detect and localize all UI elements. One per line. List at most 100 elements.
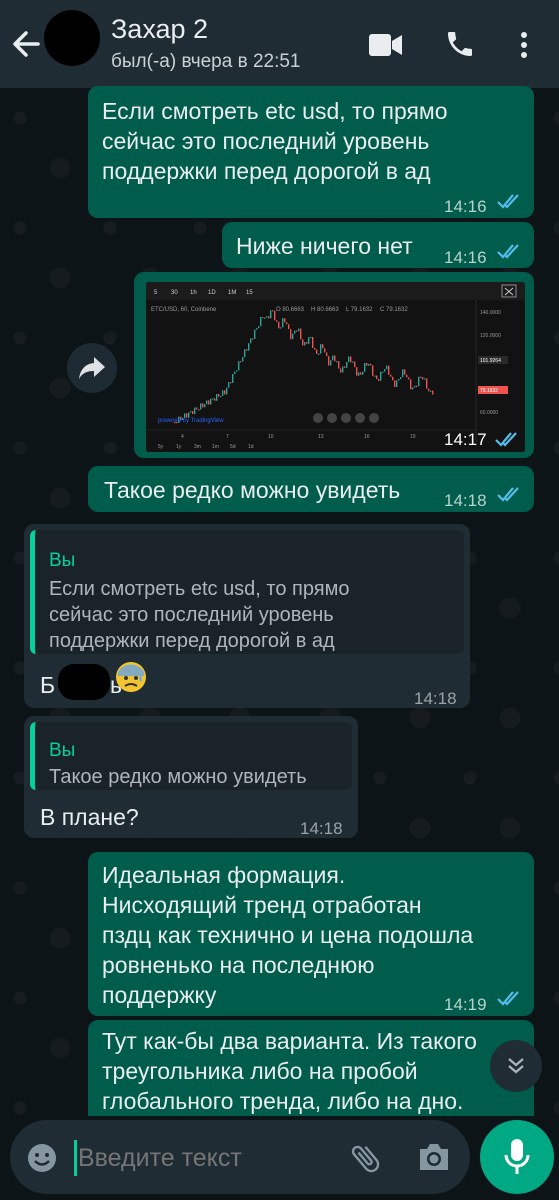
scroll-to-bottom-button[interactable] — [490, 1040, 542, 1092]
quoted-message[interactable]: Вы Если смотреть etc usd, то прямо сейча… — [30, 530, 464, 654]
message-input[interactable] — [78, 1138, 338, 1178]
candle — [378, 378, 380, 381]
phone-icon[interactable] — [444, 28, 476, 60]
candle — [210, 398, 212, 405]
message-outgoing[interactable]: Идеальная формация. Нисходящий тренд отр… — [88, 852, 534, 1016]
price-label: 101.9264 — [480, 358, 501, 364]
message-incoming[interactable]: Вы Если смотреть etc usd, то прямо сейча… — [24, 524, 470, 708]
candle — [368, 363, 370, 366]
candle — [242, 356, 244, 362]
candle — [240, 361, 242, 363]
message-outgoing[interactable]: Ниже ничего нет 14:16 — [222, 222, 534, 268]
candle — [294, 330, 296, 334]
chart-screenshot[interactable]: 5 30 1h 1D 1M 15 ETC/USD, 60, Coinbene O… — [146, 282, 525, 452]
candle — [258, 326, 260, 329]
message-line: глобального тренда, либо на дно. — [102, 1088, 464, 1114]
message-outgoing[interactable]: Тут как-бы два варианта. Из такого треуг… — [88, 1020, 534, 1116]
candle — [342, 366, 344, 373]
voice-message-button[interactable] — [480, 1120, 554, 1194]
candle — [204, 404, 206, 408]
candle — [332, 355, 334, 361]
avatar[interactable] — [44, 10, 100, 66]
candle — [402, 369, 404, 378]
candle — [420, 376, 422, 378]
double-check-icon — [497, 487, 519, 502]
candle — [302, 339, 304, 346]
message-time: 14:19 — [444, 995, 487, 1014]
candle — [370, 363, 372, 366]
candle — [250, 338, 252, 344]
message-line: пздц как технично и цена подошла — [102, 922, 474, 948]
message-text: В плане? — [40, 804, 139, 830]
message-line: сейчас это последний уровень — [102, 128, 430, 154]
camera-icon[interactable] — [416, 1140, 452, 1174]
contact-status[interactable]: был(-а) вчера в 22:51 — [111, 51, 301, 73]
chat-header: Захар 2 был(-а) вчера в 22:51 — [0, 0, 559, 88]
message-outgoing[interactable]: Такое редко можно увидеть 14:18 — [88, 466, 534, 512]
forward-icon — [79, 357, 105, 379]
candle — [406, 374, 408, 378]
message-text: Ниже ничего нет — [236, 233, 413, 259]
message-text: Б — [40, 672, 56, 698]
message-input-bar — [10, 1120, 470, 1194]
emoji-icon[interactable] — [26, 1142, 58, 1174]
candle — [246, 349, 248, 351]
candle — [264, 317, 266, 319]
attach-icon[interactable] — [348, 1140, 384, 1176]
candle — [404, 369, 406, 375]
candle — [262, 317, 264, 319]
message-line: поддержку — [102, 982, 217, 1008]
range-button: 1m — [212, 444, 219, 450]
message-incoming[interactable]: Вы Такое редко можно увидеть В плане? 14… — [24, 716, 358, 838]
candle — [326, 352, 328, 357]
double-check-icon — [497, 194, 519, 209]
more-options-icon[interactable] — [518, 30, 530, 60]
quote-line: Если смотреть etc usd, то прямо — [49, 578, 350, 600]
message-outgoing[interactable]: Если смотреть etc usd, то прямо сейчас э… — [88, 86, 534, 218]
text-cursor — [74, 1140, 77, 1176]
candle — [208, 400, 210, 405]
candle — [306, 342, 308, 344]
candle — [400, 377, 402, 379]
forward-button[interactable] — [67, 343, 117, 393]
candle — [226, 387, 228, 395]
candle — [298, 328, 300, 332]
quoted-message[interactable]: Вы Такое редко можно увидеть — [30, 722, 352, 790]
candle — [416, 385, 418, 388]
candle — [200, 403, 202, 410]
contact-name[interactable]: Захар 2 — [111, 14, 208, 45]
back-arrow-icon[interactable] — [8, 24, 42, 64]
candle — [282, 318, 284, 328]
candle — [218, 394, 220, 397]
price-label: 140.0000 — [480, 310, 501, 316]
candle — [280, 327, 282, 329]
candle — [328, 356, 330, 366]
candle — [344, 366, 346, 368]
candle — [424, 378, 426, 380]
candle — [428, 388, 430, 392]
candle — [316, 349, 318, 354]
candle — [324, 348, 326, 353]
candle — [290, 329, 292, 340]
message-line: ровненько на последнюю — [102, 952, 375, 978]
x-label: 16 — [364, 434, 370, 440]
chart-ohlc: O 80.6663 — [276, 307, 305, 313]
candle — [254, 329, 256, 339]
video-call-icon[interactable] — [368, 32, 404, 58]
candle — [348, 356, 350, 362]
candle — [340, 368, 342, 373]
candle — [346, 361, 348, 368]
candle — [304, 342, 306, 346]
candle — [232, 374, 234, 383]
message-line: поддержки перед дорогой в ад — [102, 158, 431, 184]
candle — [274, 310, 276, 321]
candle — [364, 363, 366, 372]
candle — [380, 371, 382, 381]
message-time: 14:18 — [300, 819, 343, 838]
candle — [396, 380, 398, 387]
candle — [186, 413, 188, 418]
candle — [270, 310, 272, 319]
candle — [350, 356, 352, 363]
candle — [220, 395, 222, 398]
quote-line: поддержки перед дорогой в ад — [49, 630, 335, 652]
